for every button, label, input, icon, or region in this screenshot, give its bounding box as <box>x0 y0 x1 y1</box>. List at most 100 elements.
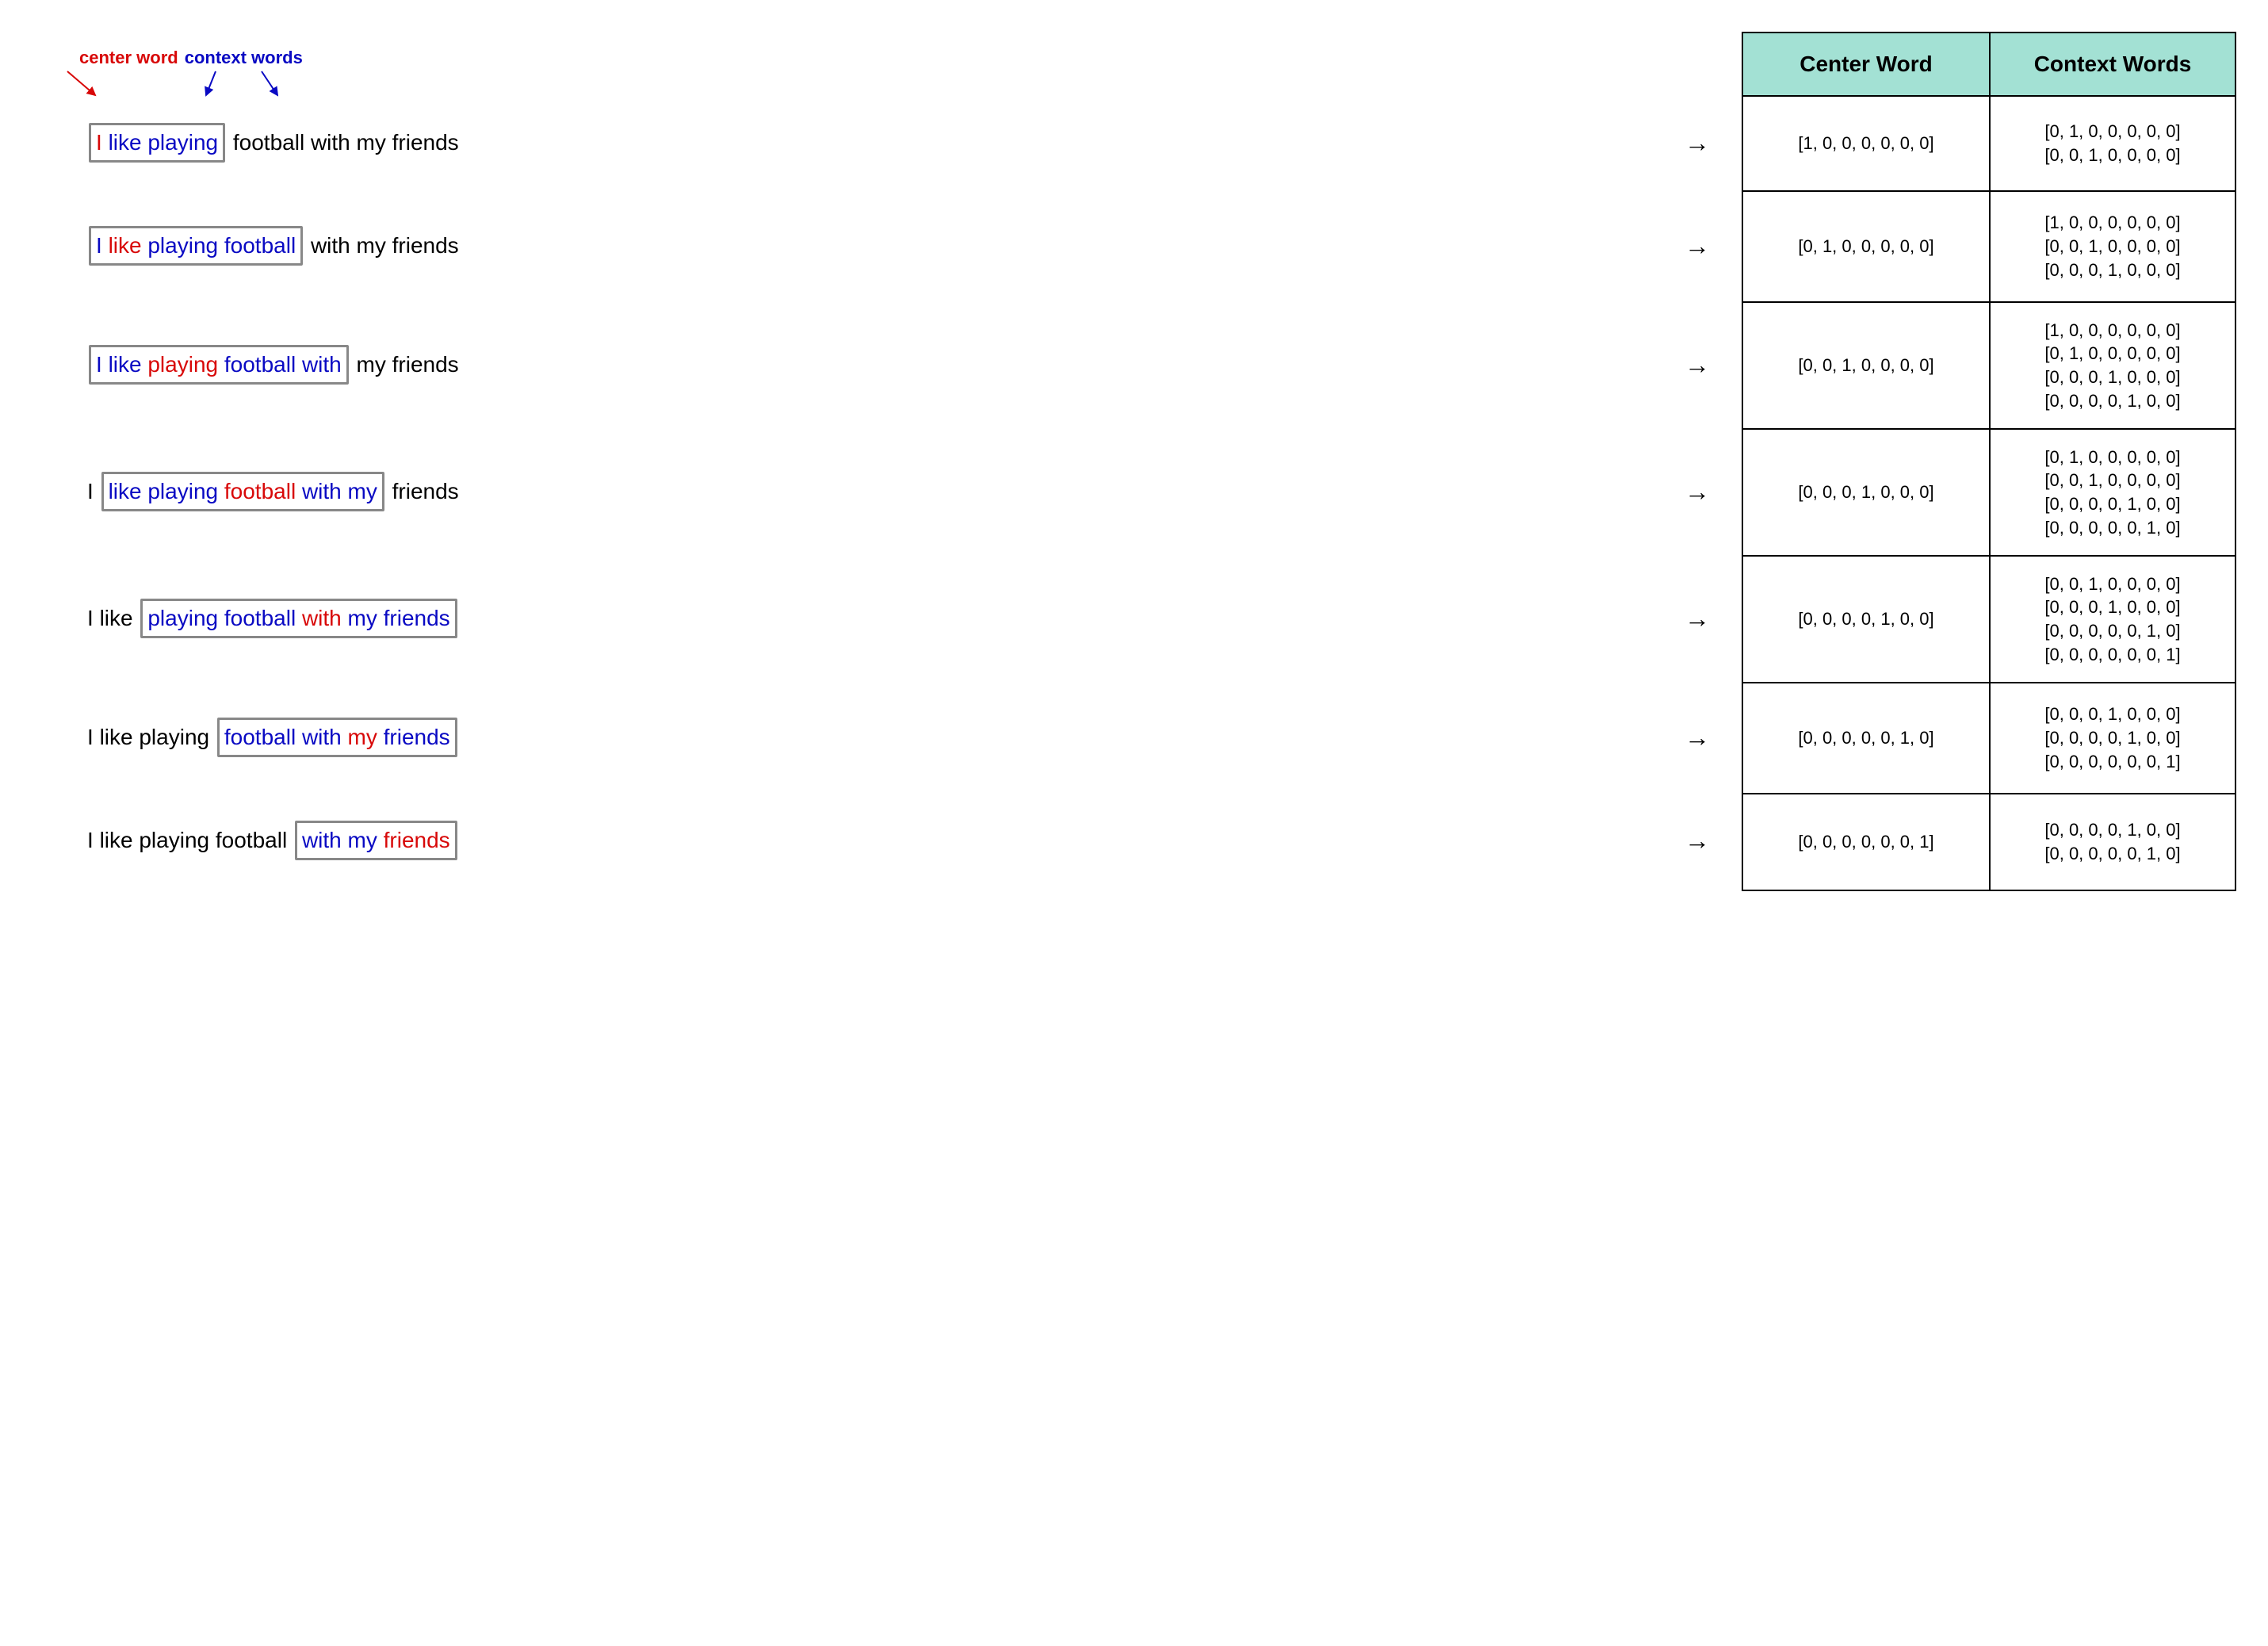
plain-word: I <box>87 828 94 852</box>
context-word: football <box>224 352 296 377</box>
legend-context-label: context words <box>185 48 303 68</box>
center-word: like <box>109 233 142 258</box>
vector: [0, 0, 0, 0, 1, 0, 0] <box>2044 726 2180 750</box>
plain-word: my <box>357 233 386 258</box>
context-word: like <box>109 479 142 503</box>
plain-word: I <box>87 606 94 630</box>
plain-word: with <box>311 233 350 258</box>
sentence-text: I like playing football with my friends <box>87 472 459 511</box>
center-vector-cell: [0, 0, 0, 0, 0, 0, 1] <box>1743 794 1989 890</box>
vector: [0, 0, 0, 0, 0, 0, 1] <box>1798 830 1933 854</box>
context-window-box: I like playing football <box>89 226 303 265</box>
sentence-row: I like playing football with my friends → <box>32 682 1718 793</box>
plain-word: like <box>100 828 133 852</box>
legend: center word context words <box>79 48 303 68</box>
plain-word: playing <box>139 725 209 749</box>
vector: [0, 1, 0, 0, 0, 0, 0] <box>1798 235 1933 258</box>
sentence-row: I like playing football with my friends → <box>32 190 1718 301</box>
vector: [1, 0, 0, 0, 0, 0, 0] <box>2044 319 2180 343</box>
sentence-row: I like playing football with my friends→ <box>32 301 1718 428</box>
context-word: like <box>109 352 142 377</box>
center-word: my <box>348 725 377 749</box>
vector: [0, 0, 0, 0, 0, 1, 0] <box>2044 619 2180 643</box>
vector: [0, 1, 0, 0, 0, 0, 0] <box>2044 342 2180 366</box>
vector: [1, 0, 0, 0, 0, 0, 0] <box>1798 132 1933 155</box>
arrow-icon: → <box>1685 232 1710 261</box>
context-word: friends <box>384 606 450 630</box>
vector: [0, 0, 1, 0, 0, 0, 0] <box>2044 235 2180 258</box>
arrow-icon: → <box>1685 477 1710 507</box>
context-word: my <box>348 828 377 852</box>
context-word: my <box>348 479 377 503</box>
context-word: with <box>302 479 342 503</box>
vector: [0, 0, 1, 0, 0, 0, 0] <box>2044 144 2180 167</box>
plain-word: friends <box>392 352 459 377</box>
vector: [0, 0, 0, 0, 1, 0, 0] <box>2044 818 2180 842</box>
plain-word: friends <box>392 479 459 503</box>
vector: [0, 0, 0, 1, 0, 0, 0] <box>2044 702 2180 726</box>
arrow-icon: → <box>1685 604 1710 634</box>
context-vectors-cell: [0, 0, 0, 0, 1, 0, 0][0, 0, 0, 0, 0, 1, … <box>1991 794 2235 890</box>
context-word: football <box>224 233 296 258</box>
context-window-box: playing football with my friends <box>140 599 457 637</box>
plain-word: I <box>87 725 94 749</box>
sentences-column: center word context words I like playing… <box>32 32 1718 888</box>
vector: [0, 0, 0, 0, 0, 0, 1] <box>2044 750 2180 774</box>
plain-word: like <box>100 725 133 749</box>
legend-arrow-red-icon <box>63 70 103 101</box>
sentence-row: I like playing football with my friends → <box>32 95 1718 190</box>
arrow-icon: → <box>1685 723 1710 752</box>
center-vector-cell: [0, 0, 0, 1, 0, 0, 0] <box>1743 430 1989 557</box>
center-word: I <box>96 130 102 155</box>
vector: [0, 0, 0, 1, 0, 0, 0] <box>1798 480 1933 504</box>
context-word: my <box>348 606 377 630</box>
arrow-icon: → <box>1685 128 1710 158</box>
context-vectors-cell: [0, 0, 0, 1, 0, 0, 0][0, 0, 0, 0, 1, 0, … <box>1991 683 2235 794</box>
arrow-icon: → <box>1685 826 1710 856</box>
legend-center-label: center word <box>79 48 178 68</box>
vector: [0, 0, 0, 1, 0, 0, 0] <box>2044 366 2180 389</box>
sentence-row: I like playing football with my friends → <box>32 555 1718 682</box>
plain-word: playing <box>139 828 209 852</box>
sentence-text: I like playing football with my friends <box>87 226 459 265</box>
vector: [0, 0, 0, 0, 0, 1, 0] <box>2044 842 2180 866</box>
context-window-box: football with my friends <box>217 718 457 756</box>
context-vectors-cell: [1, 0, 0, 0, 0, 0, 0][0, 0, 1, 0, 0, 0, … <box>1991 192 2235 303</box>
center-vector-cell: [0, 0, 0, 0, 1, 0, 0] <box>1743 557 1989 683</box>
plain-word: my <box>357 130 386 155</box>
plain-word: friends <box>392 233 459 258</box>
context-word: football <box>224 606 296 630</box>
context-word: playing <box>147 233 218 258</box>
context-vectors-cell: [1, 0, 0, 0, 0, 0, 0][0, 1, 0, 0, 0, 0, … <box>1991 303 2235 430</box>
context-word: playing <box>147 606 218 630</box>
context-window-box: I like playing <box>89 123 225 162</box>
context-word: with <box>302 352 342 377</box>
sentence-text: I like playing football with my friends <box>87 345 459 384</box>
vector: [1, 0, 0, 0, 0, 0, 0] <box>2044 211 2180 235</box>
sentence-text: I like playing football with my friends <box>87 718 459 756</box>
context-window-box: like playing football with my <box>101 472 384 511</box>
center-word: friends <box>384 828 450 852</box>
context-words-column: Context Words [0, 1, 0, 0, 0, 0, 0][0, 0… <box>1989 33 2235 890</box>
vector: [0, 0, 0, 1, 0, 0, 0] <box>2044 258 2180 282</box>
context-word: football <box>224 725 296 749</box>
sentence-text: I like playing football with my friends <box>87 123 459 162</box>
diagram-container: center word context words I like playing… <box>32 32 2236 891</box>
legend-arrow-blue-icon <box>200 70 231 101</box>
context-word: with <box>302 725 342 749</box>
vector: [0, 0, 0, 0, 0, 1, 0] <box>2044 516 2180 540</box>
vector: [0, 0, 1, 0, 0, 0, 0] <box>2044 469 2180 492</box>
center-vector-cell: [1, 0, 0, 0, 0, 0, 0] <box>1743 97 1989 192</box>
center-word: football <box>224 479 296 503</box>
center-word: playing <box>147 352 218 377</box>
sentence-row: I like playing football with my friends → <box>32 793 1718 888</box>
plain-word: my <box>357 352 386 377</box>
plain-word: football <box>233 130 304 155</box>
plain-word: like <box>100 606 133 630</box>
vector: [0, 0, 0, 0, 1, 0, 0] <box>2044 389 2180 413</box>
vector: [0, 0, 0, 0, 0, 1, 0] <box>1798 726 1933 750</box>
context-word: with <box>302 828 342 852</box>
vector: [0, 0, 0, 1, 0, 0, 0] <box>2044 595 2180 619</box>
vector: [0, 0, 0, 0, 1, 0, 0] <box>2044 492 2180 516</box>
sentence-text: I like playing football with my friends <box>87 821 459 859</box>
